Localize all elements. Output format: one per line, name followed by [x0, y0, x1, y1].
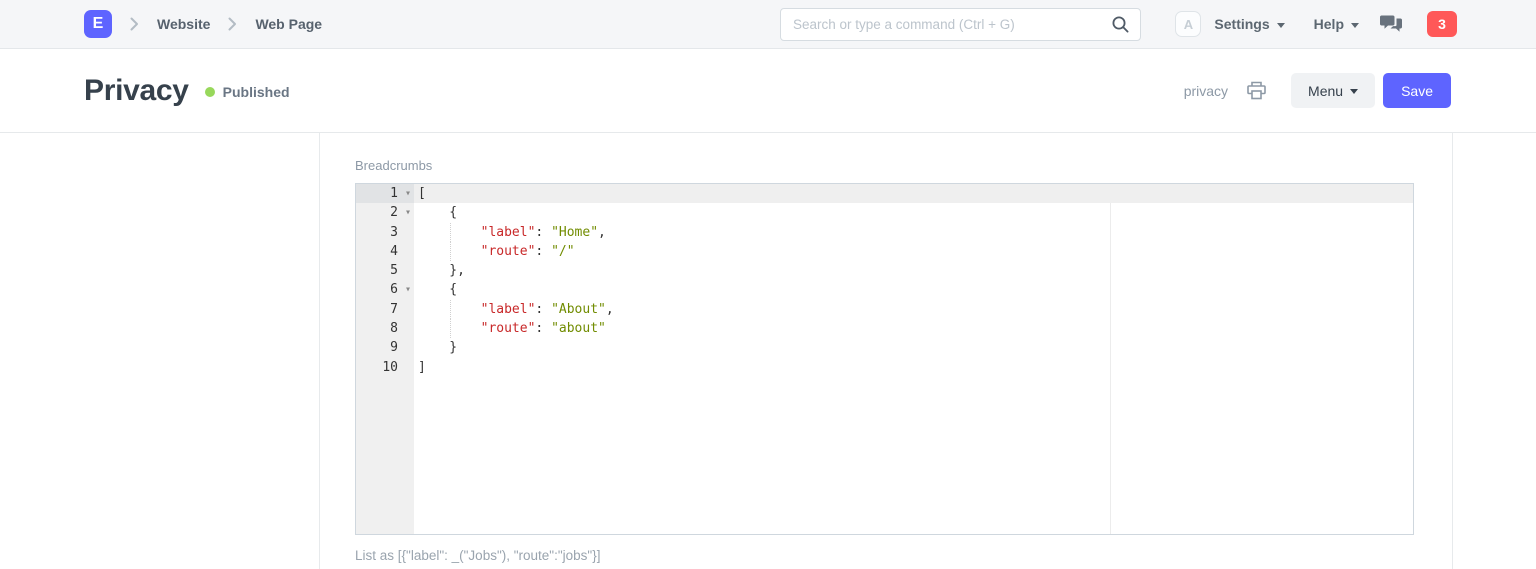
code-line: ]	[414, 358, 1413, 377]
code-line: "route": "/"	[414, 242, 1413, 261]
navbar: E Website Web Page A Settings	[0, 0, 1536, 49]
code-line: "label": "Home",	[414, 223, 1413, 242]
chat-icon[interactable]	[1380, 15, 1402, 34]
editor-line-9[interactable]: 9 }	[356, 338, 1413, 357]
timeline-divider	[1452, 133, 1453, 569]
page-header: Privacy Published privacy Menu Save	[0, 49, 1536, 133]
gutter-cell: 10	[356, 358, 414, 377]
printer-icon[interactable]	[1246, 81, 1267, 100]
editor-line-6[interactable]: 6▾ {	[356, 280, 1413, 299]
chevron-down-icon	[1277, 23, 1285, 28]
settings-label: Settings	[1214, 16, 1269, 32]
save-button[interactable]: Save	[1383, 73, 1451, 108]
page-title-area: Privacy Published	[0, 74, 290, 108]
code-line: {	[414, 203, 1413, 222]
code-line: "label": "About",	[414, 300, 1413, 319]
app-logo-letter: E	[93, 16, 104, 32]
chevron-down-icon	[1350, 89, 1358, 94]
fold-arrow-icon[interactable]: ▾	[405, 184, 411, 203]
indent-guide	[450, 223, 451, 242]
gutter-cell: 5	[356, 261, 414, 280]
avatar-letter: A	[1184, 17, 1193, 32]
chevron-down-icon	[1351, 23, 1359, 28]
fold-arrow-icon[interactable]: ▾	[405, 280, 411, 299]
gutter-cell: 9	[356, 338, 414, 357]
code-editor-rows: 1▾[2▾ {3 "label": "Home",4 "route": "/"5…	[356, 184, 1413, 377]
editor-line-10[interactable]: 10]	[356, 358, 1413, 377]
editor-line-5[interactable]: 5 },	[356, 261, 1413, 280]
page-title: Privacy	[84, 74, 189, 108]
menu-button[interactable]: Menu	[1291, 73, 1375, 108]
sidebar-divider	[319, 133, 320, 569]
indent-guide	[450, 242, 451, 261]
code-editor[interactable]: 1▾[2▾ {3 "label": "Home",4 "route": "/"5…	[355, 183, 1414, 535]
breadcrumb-website[interactable]: Website	[157, 16, 210, 32]
help-label: Help	[1314, 16, 1344, 32]
navbar-breadcrumbs: E Website Web Page	[0, 10, 322, 38]
chevron-right-icon	[228, 17, 237, 31]
global-search	[780, 8, 1141, 41]
gutter-cell: 2▾	[356, 203, 414, 222]
field-description: List as [{"label": _("Jobs"), "route":"j…	[355, 548, 1414, 563]
editor-line-1[interactable]: 1▾[	[356, 184, 1413, 203]
gutter-cell: 1▾	[356, 184, 414, 203]
settings-menu[interactable]: Settings	[1214, 16, 1284, 32]
form-column: Breadcrumbs 1▾[2▾ {3 "label": "Home",4 "…	[355, 133, 1414, 563]
gutter-cell: 3	[356, 223, 414, 242]
code-line: "route": "about"	[414, 319, 1413, 338]
indent-guide	[450, 319, 451, 338]
search-input[interactable]	[780, 8, 1141, 41]
editor-line-3[interactable]: 3 "label": "Home",	[356, 223, 1413, 242]
breadcrumb-web-page[interactable]: Web Page	[255, 16, 322, 32]
search-icon[interactable]	[1111, 15, 1130, 39]
avatar[interactable]: A	[1175, 11, 1201, 37]
published-indicator-dot	[205, 87, 215, 97]
gutter-cell: 8	[356, 319, 414, 338]
document-name: privacy	[1184, 83, 1228, 99]
page-actions: privacy Menu Save	[1184, 73, 1536, 108]
navbar-actions: A Settings Help 3	[1175, 11, 1536, 37]
menu-button-label: Menu	[1308, 83, 1343, 99]
gutter-cell: 7	[356, 300, 414, 319]
editor-line-7[interactable]: 7 "label": "About",	[356, 300, 1413, 319]
code-line: [	[414, 184, 1413, 203]
help-menu[interactable]: Help	[1314, 16, 1359, 32]
notifications-badge[interactable]: 3	[1427, 11, 1457, 37]
fold-arrow-icon[interactable]: ▾	[405, 203, 411, 222]
app-logo[interactable]: E	[84, 10, 112, 38]
field-label-breadcrumbs: Breadcrumbs	[355, 158, 1414, 173]
gutter-cell: 4	[356, 242, 414, 261]
code-line: {	[414, 280, 1413, 299]
code-line: },	[414, 261, 1413, 280]
editor-line-8[interactable]: 8 "route": "about"	[356, 319, 1413, 338]
gutter-cell: 6▾	[356, 280, 414, 299]
status-label: Published	[223, 84, 290, 100]
editor-line-2[interactable]: 2▾ {	[356, 203, 1413, 222]
editor-line-4[interactable]: 4 "route": "/"	[356, 242, 1413, 261]
chevron-right-icon	[130, 17, 139, 31]
indent-guide	[450, 300, 451, 319]
code-line: }	[414, 338, 1413, 357]
